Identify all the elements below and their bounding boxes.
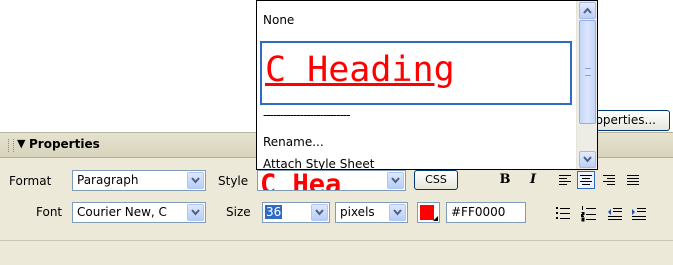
align-justify-icon[interactable] [624,171,642,189]
style-dropdown-list[interactable]: None C Heading -------------------------… [256,0,598,170]
style-value-preview: C Hea [260,170,342,191]
chevron-down-icon[interactable] [187,204,204,221]
unit-select[interactable]: pixels [335,202,408,223]
scroll-down-icon[interactable] [579,151,596,168]
bold-button[interactable]: B [496,171,514,189]
color-swatch-fill [420,205,434,220]
size-select[interactable]: 36 [262,202,330,223]
font-label: Font [36,205,63,219]
align-right-icon[interactable] [600,171,618,189]
panel-divider [0,240,673,241]
chevron-down-icon[interactable] [389,204,406,221]
style-select[interactable]: C Hea [257,170,406,191]
style-option-rename[interactable]: Rename... [263,135,324,149]
chevron-down-icon[interactable] [187,172,204,189]
chevron-down-icon[interactable] [387,172,404,189]
style-option-none[interactable]: None [263,13,294,27]
unordered-list-icon[interactable] [554,204,572,222]
panel-grip-handle[interactable] [8,139,14,152]
panel-title: Properties [29,137,100,151]
color-hex-value: #FF0000 [451,205,506,219]
unit-value: pixels [340,205,375,219]
style-label: Style [218,174,249,188]
indent-icon[interactable] [630,204,648,222]
ordered-list-icon[interactable] [580,204,598,222]
chevron-down-icon[interactable] [311,204,328,221]
heading-option-text: C Heading [265,50,455,90]
color-hex-input[interactable]: #FF0000 [446,202,526,223]
collapse-arrow-icon[interactable]: ▼ [17,137,25,150]
italic-button[interactable]: I [524,171,542,189]
scroll-up-icon[interactable] [579,2,596,19]
style-option-heading[interactable]: C Heading [260,41,572,105]
align-left-icon[interactable] [556,171,574,189]
font-value: Courier New, C [77,205,167,219]
dropdown-scrollbar[interactable] [576,1,597,169]
align-center-icon[interactable] [577,171,595,189]
format-select[interactable]: Paragraph [72,170,206,191]
outdent-icon[interactable] [606,204,624,222]
format-value: Paragraph [77,173,139,187]
format-label: Format [9,174,52,188]
font-select[interactable]: Courier New, C [72,202,206,223]
text-color-picker[interactable] [417,202,440,223]
size-value: 36 [265,205,283,219]
style-option-attach-style-sheet[interactable]: Attach Style Sheet [263,157,374,169]
css-button[interactable]: CSS [414,170,458,190]
style-option-separator: -------------------------- [263,108,351,122]
color-picker-arrow-icon [433,216,438,221]
size-label: Size [226,205,251,219]
scroll-thumb[interactable] [579,20,596,124]
